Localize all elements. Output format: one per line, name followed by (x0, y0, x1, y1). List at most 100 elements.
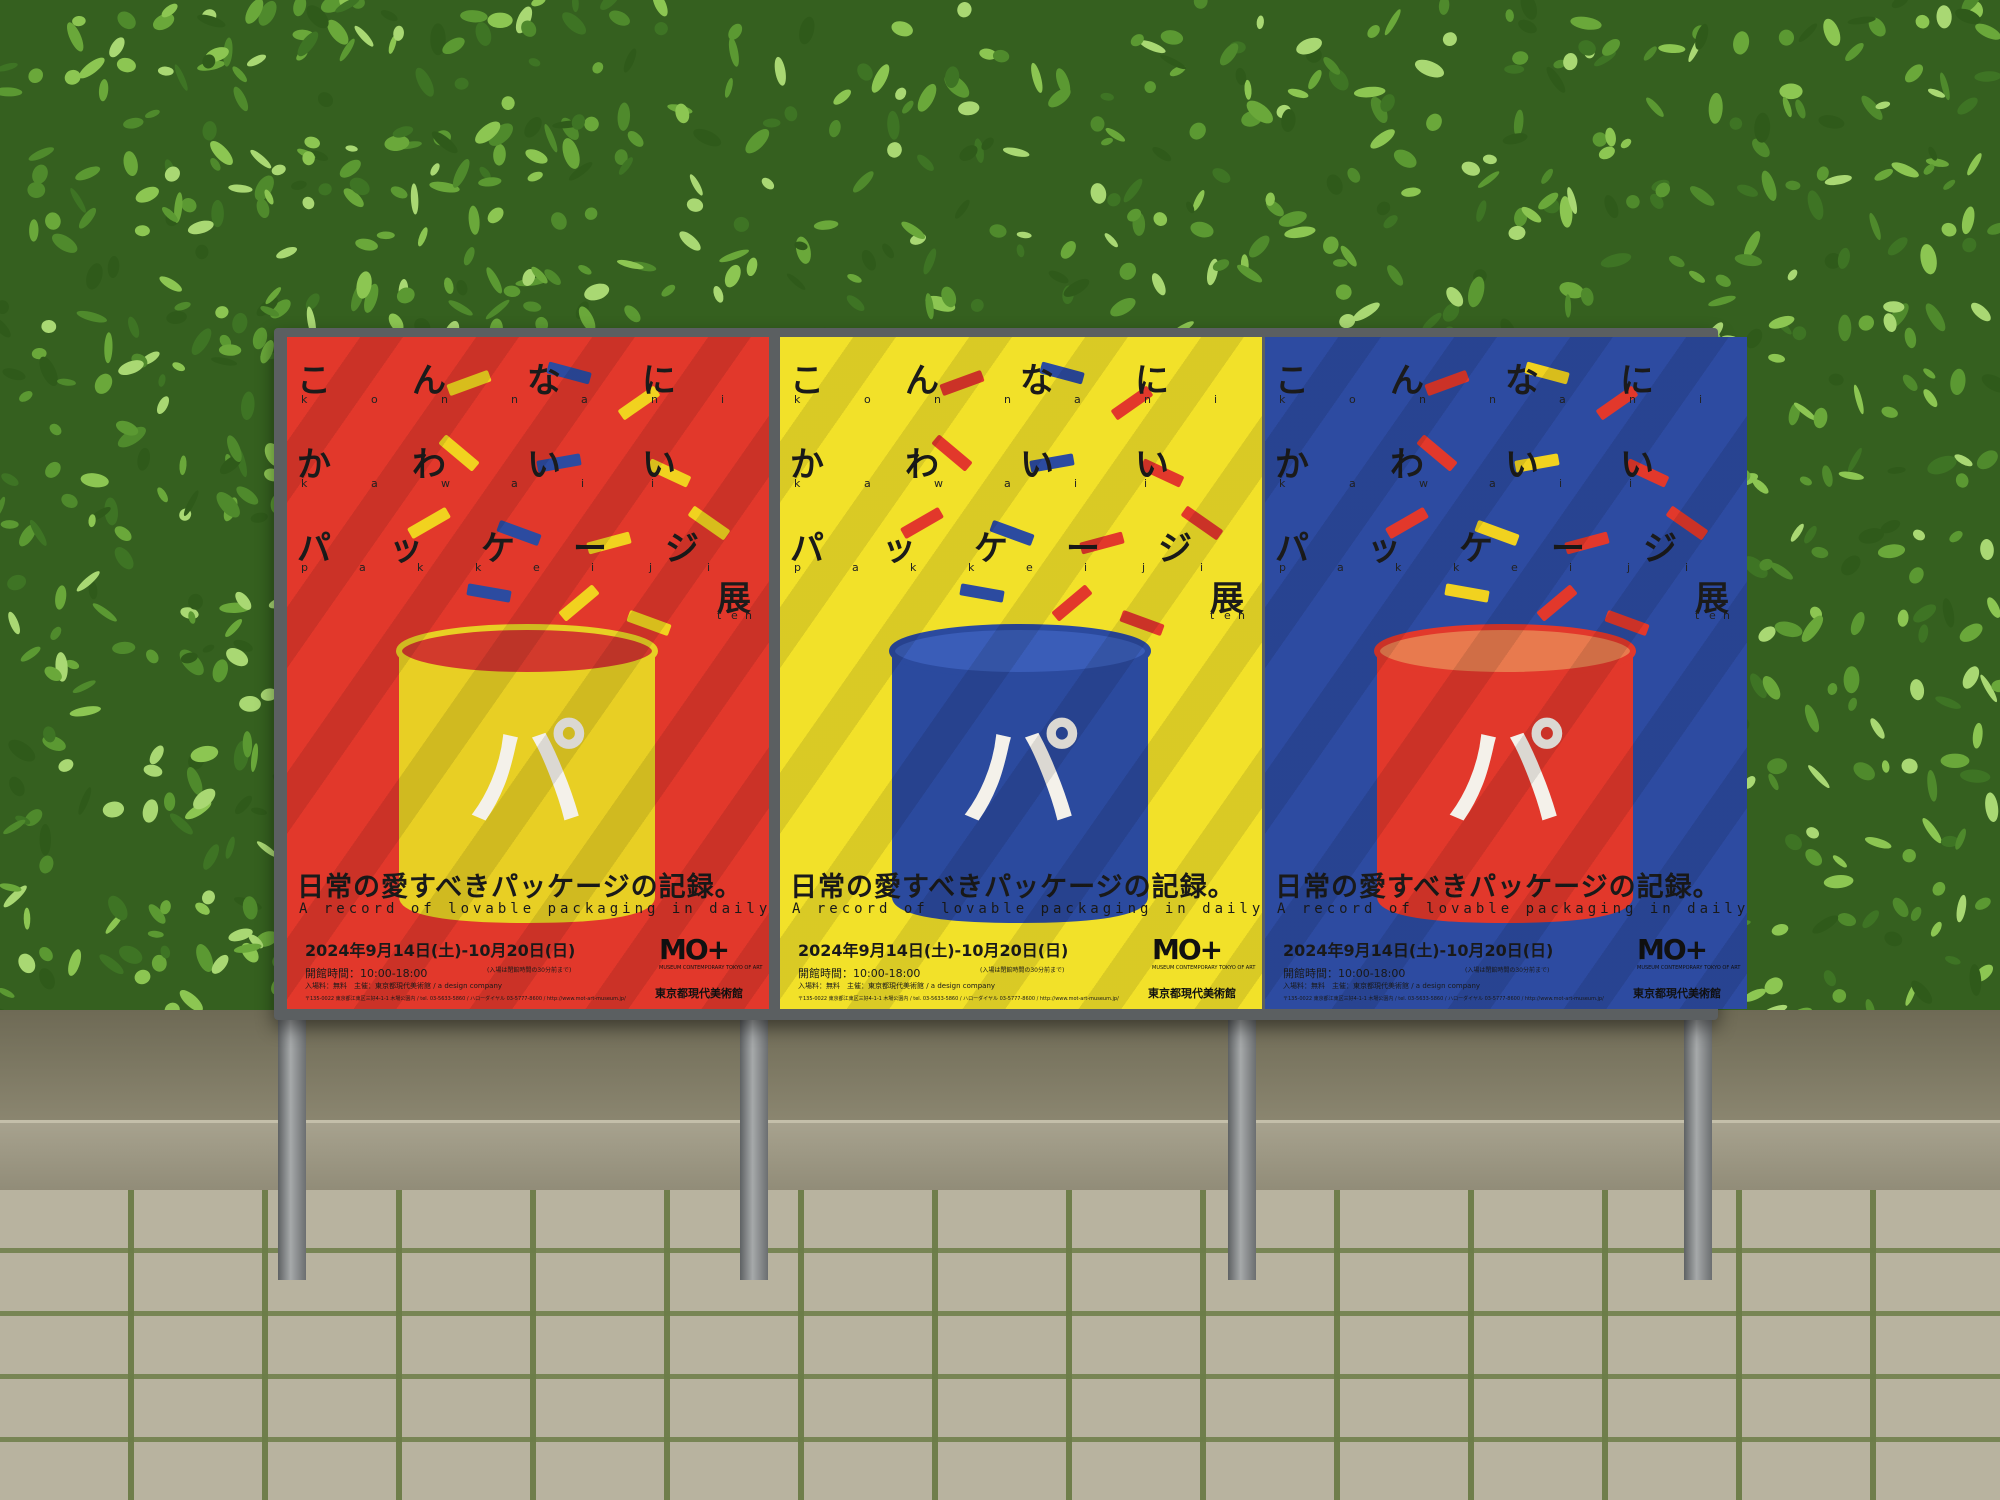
title-romanization-letter: i (1074, 477, 1078, 490)
title-character: ケ (1459, 529, 1493, 569)
title-romanization-letter: i (1699, 393, 1703, 406)
signboard-post-center-left (740, 1000, 768, 1280)
exhibition-poster-2: パこんなにかわいいパッケージ展konnanikawaiipakkeijiten日… (780, 337, 1262, 1009)
title-romanization-letter: k (475, 561, 482, 574)
opening-hours: 開館時間：10:00-18:00 (798, 967, 921, 980)
title-romanization-letter: a (864, 477, 871, 490)
can-katakana-pa: パ (467, 707, 587, 846)
exhibition-poster-1: パこんなにかわいいパッケージ展konnanikawaiipakkeijiten日… (287, 337, 769, 1009)
title-character: に (1135, 361, 1169, 401)
title-character: に (1620, 361, 1654, 401)
address-info: 〒135-0022 東京都江東区三好4-1-1 木場公園内 / tel. 03-… (1283, 996, 1604, 1002)
tagline-english: A record of lovable packaging in daily l… (299, 901, 769, 917)
address-info: 〒135-0022 東京都江東区三好4-1-1 木場公園内 / tel. 03-… (798, 996, 1119, 1002)
museum-logo-japanese: 東京都現代美術館 (1633, 987, 1721, 1000)
signboard-post-left (278, 1000, 306, 1280)
title-character: ジ (1643, 529, 1677, 569)
signboard-post-center-right (1228, 1000, 1256, 1280)
title-romanization-letter: k (301, 393, 308, 406)
title-romanization-letter: i (1144, 477, 1148, 490)
title-romanization-letter: i (651, 477, 655, 490)
confetti-piece (559, 585, 599, 621)
title-character: い (527, 445, 561, 485)
title-romanization-letter: i (721, 393, 725, 406)
ivy-leaf (376, 231, 395, 240)
title-romanization-letter: j (649, 561, 653, 574)
title-romanization-letter: n (1629, 393, 1636, 406)
title-romanization-letter: n (511, 393, 518, 406)
title-romanization-letter: i (591, 561, 595, 574)
title-romanization-letter: j (1142, 561, 1146, 574)
title-romanization-letter: t (1210, 609, 1215, 622)
ivy-leaf (1779, 83, 1803, 100)
admission-info: 入場料：無料 主催：東京都現代美術館 / a design company (1283, 982, 1481, 990)
title-romanization-letter: e (1026, 561, 1033, 574)
ivy-leaf (1090, 116, 1105, 132)
signboard-post-right (1684, 1000, 1712, 1280)
title-character: い (642, 445, 676, 485)
title-romanization-letter: i (1084, 561, 1088, 574)
opening-hours-note: (入場は閉館時間の30分前まで) (1465, 967, 1550, 974)
title-romanization-letter: k (1453, 561, 1460, 574)
confetti-piece (1444, 583, 1490, 603)
title-character: ジ (1158, 529, 1192, 569)
ivy-leaf (1838, 314, 1852, 342)
title-romanization-letter: j (1627, 561, 1631, 574)
title-romanization-letter: a (359, 561, 366, 574)
confetti-piece (1604, 610, 1650, 636)
title-romanization-letter: t (1695, 609, 1700, 622)
title-romanization-letter: p (301, 561, 308, 574)
title-character: な (527, 361, 561, 401)
museum-logo-english: MUSEUM CONTEMPORARY TOKYO OF ART (1637, 965, 1741, 971)
confetti-piece (1052, 585, 1092, 621)
museum-logo-japanese: 東京都現代美術館 (655, 987, 743, 1000)
exhibition-poster-3: パこんなにかわいいパッケージ展konnanikawaiipakkeijiten日… (1265, 337, 1747, 1009)
title-romanization-letter: e (1224, 609, 1231, 622)
tagline-japanese: 日常の愛すべきパッケージの記録。 (790, 872, 1236, 903)
title-romanization-letter: a (1489, 477, 1496, 490)
admission-info: 入場料：無料 主催：東京都現代美術館 / a design company (305, 982, 503, 990)
title-romanization-letter: a (1559, 393, 1566, 406)
museum-logo: MO+ (659, 933, 730, 966)
admission-info: 入場料：無料 主催：東京都現代美術館 / a design company (798, 982, 996, 990)
title-romanization-letter: t (717, 609, 722, 622)
museum-logo-english: MUSEUM CONTEMPORARY TOKYO OF ART (659, 965, 763, 971)
confetti-piece (1537, 585, 1577, 621)
title-character: い (1620, 445, 1654, 485)
title-romanization-letter: n (1144, 393, 1151, 406)
tagline-english: A record of lovable packaging in daily l… (792, 901, 1262, 917)
title-romanization-letter: a (1349, 477, 1356, 490)
title-romanization-letter: n (441, 393, 448, 406)
title-romanization-letter: a (581, 393, 588, 406)
title-romanization-letter: a (1074, 393, 1081, 406)
ivy-leaf (1504, 64, 1525, 74)
title-romanization-letter: k (1279, 393, 1286, 406)
confetti-piece (939, 370, 985, 396)
title-character: い (1135, 445, 1169, 485)
title-character: に (642, 361, 676, 401)
can-opening (1374, 624, 1636, 678)
opening-hours-note: (入場は閉館時間の30分前まで) (487, 967, 572, 974)
title-romanization-letter: i (1685, 561, 1689, 574)
exhibition-dates: 2024年9月14日(土)-10月20日(日) (798, 941, 1069, 960)
title-romanization-letter: a (1337, 561, 1344, 574)
outdoor-scene: パこんなにかわいいパッケージ展konnanikawaiipakkeijiten日… (0, 0, 2000, 1500)
title-character: い (1020, 445, 1054, 485)
title-romanization-letter: o (371, 393, 378, 406)
title-romanization-letter: n (1419, 393, 1426, 406)
title-character: ー (1551, 529, 1585, 569)
confetti-piece (1119, 610, 1165, 636)
address-info: 〒135-0022 東京都江東区三好4-1-1 木場公園内 / tel. 03-… (305, 996, 626, 1002)
title-romanization-letter: p (1279, 561, 1286, 574)
tagline-japanese: 日常の愛すべきパッケージの記録。 (1275, 872, 1721, 903)
title-romanization-letter: i (1559, 477, 1563, 490)
can-katakana-pa: パ (1445, 707, 1565, 846)
museum-logo: MO+ (1637, 933, 1708, 966)
tagline-english: A record of lovable packaging in daily l… (1277, 901, 1747, 917)
title-romanization-letter: i (1200, 561, 1204, 574)
title-romanization-letter: w (1419, 477, 1428, 490)
title-character: な (1505, 361, 1539, 401)
confetti-piece (1424, 370, 1470, 396)
title-romanization-letter: i (1569, 561, 1573, 574)
title-character: ケ (481, 529, 515, 569)
